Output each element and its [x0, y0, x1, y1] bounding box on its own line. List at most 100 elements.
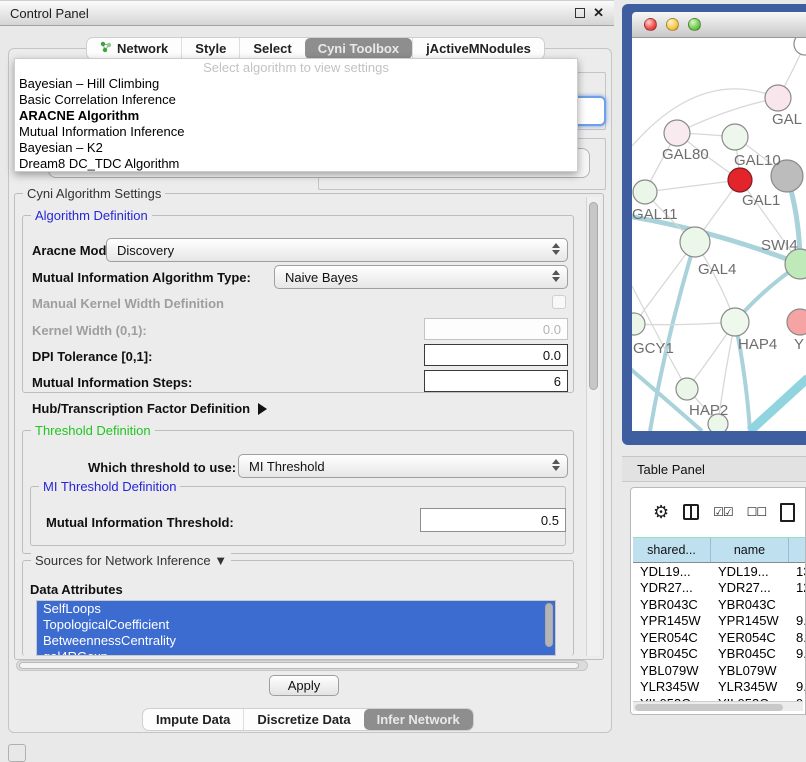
- table-cell[interactable]: [789, 662, 806, 679]
- mi-threshold-field[interactable]: 0.5: [420, 508, 566, 532]
- table-row[interactable]: YDR27...YDR27...12: [633, 580, 806, 597]
- mi-steps-field[interactable]: 6: [424, 370, 568, 392]
- table-cell[interactable]: YPR145W: [633, 613, 711, 630]
- table-cell[interactable]: YBL079W: [711, 662, 789, 679]
- table-cell[interactable]: YDR27...: [633, 580, 711, 597]
- table-row[interactable]: YBR043CYBR043C: [633, 596, 806, 613]
- table-cell[interactable]: 12: [789, 580, 806, 597]
- tab-cyni-toolbox[interactable]: Cyni Toolbox: [305, 38, 412, 59]
- table-row[interactable]: YLR345WYLR345W9.: [633, 679, 806, 696]
- table-cell[interactable]: 9.: [789, 646, 806, 663]
- tab-impute-data[interactable]: Impute Data: [143, 709, 243, 730]
- network-node[interactable]: [765, 85, 791, 111]
- table-cell[interactable]: YBR045C: [633, 646, 711, 663]
- table-column-header[interactable]: shared...: [633, 538, 711, 562]
- data-attribute-item[interactable]: SelfLoops: [37, 601, 555, 617]
- table-hscrollbar-thumb[interactable]: [635, 704, 783, 711]
- network-canvas[interactable]: GALGAL80GAL10GAL1GAL11GAL4SWI4GCY1HAP4YH…: [632, 38, 806, 431]
- data-attribute-item[interactable]: TopologicalCoefficient: [37, 617, 555, 633]
- algorithm-option[interactable]: Bayesian – K2: [15, 140, 577, 156]
- algorithm-option[interactable]: ARACNE Algorithm: [15, 108, 577, 124]
- network-node[interactable]: [680, 227, 710, 257]
- table-cell[interactable]: YDR27...: [711, 580, 789, 597]
- algorithm-option[interactable]: Bayesian – Hill Climbing: [15, 76, 577, 92]
- table-cell[interactable]: 8.: [789, 629, 806, 646]
- collapsed-panel-button[interactable]: [8, 744, 26, 762]
- data-attribute-item[interactable]: BetweennessCentrality: [37, 633, 555, 649]
- columns-icon[interactable]: [683, 504, 699, 520]
- algorithm-option[interactable]: Mutual Information Inference: [15, 124, 577, 140]
- table-cell[interactable]: YBR043C: [711, 596, 789, 613]
- algorithm-option[interactable]: Dream8 DC_TDC Algorithm: [15, 156, 577, 172]
- zoom-traffic-light-icon[interactable]: [688, 18, 701, 31]
- tab-style[interactable]: Style: [181, 38, 239, 59]
- table-cell[interactable]: 13: [789, 563, 806, 580]
- gear-icon[interactable]: ⚙: [653, 503, 669, 521]
- table-row[interactable]: YDL19...YDL19...13: [633, 563, 806, 580]
- network-node[interactable]: [787, 309, 806, 335]
- table-row[interactable]: YBR045CYBR045C9.: [633, 646, 806, 663]
- table-column-header[interactable]: name: [711, 538, 789, 562]
- algorithm-option[interactable]: Basic Correlation Inference: [15, 92, 577, 108]
- deselect-all-icon[interactable]: ☐☐: [747, 505, 767, 519]
- tab-discretize-data[interactable]: Discretize Data: [243, 709, 363, 730]
- table-cell[interactable]: YER054C: [633, 629, 711, 646]
- table-cell[interactable]: 9.: [789, 679, 806, 696]
- network-node[interactable]: [632, 313, 645, 335]
- close-traffic-light-icon[interactable]: [644, 18, 657, 31]
- table-cell[interactable]: YDL19...: [633, 563, 711, 580]
- network-window-titlebar[interactable]: [632, 12, 806, 38]
- table-row[interactable]: YPR145WYPR145W9.: [633, 613, 806, 630]
- float-window-icon[interactable]: [575, 8, 585, 18]
- which-threshold-combo[interactable]: MI Threshold: [238, 454, 568, 478]
- tab-network[interactable]: Network: [87, 38, 181, 59]
- network-node[interactable]: [676, 378, 698, 400]
- kernel-width-field[interactable]: 0.0: [424, 318, 568, 340]
- network-icon: [100, 41, 112, 56]
- table-hscrollbar[interactable]: [633, 701, 803, 711]
- settings-scrollbar-thumb[interactable]: [589, 202, 598, 390]
- tab-label: Discretize Data: [257, 712, 350, 727]
- table-row[interactable]: YER054CYER054C8.: [633, 629, 806, 646]
- select-all-icon[interactable]: ☑☑: [713, 505, 733, 519]
- tab-infer-network[interactable]: Infer Network: [364, 709, 473, 730]
- network-node[interactable]: [664, 120, 690, 146]
- table-cell[interactable]: [789, 596, 806, 613]
- table-cell[interactable]: YPR145W: [711, 613, 789, 630]
- mi-type-combo[interactable]: Naive Bayes: [274, 265, 568, 289]
- network-node[interactable]: [722, 124, 748, 150]
- network-node[interactable]: [728, 168, 752, 192]
- tab-jactivemnodules[interactable]: jActiveMNodules: [412, 38, 544, 59]
- manual-kernel-checkbox[interactable]: [552, 295, 566, 309]
- tab-select[interactable]: Select: [239, 38, 304, 59]
- document-icon[interactable]: [780, 503, 795, 522]
- network-node[interactable]: [633, 180, 657, 204]
- table-column-header[interactable]: [789, 538, 806, 562]
- table-cell[interactable]: YLR345W: [711, 679, 789, 696]
- network-graph: GALGAL80GAL10GAL1GAL11GAL4SWI4GCY1HAP4YH…: [632, 38, 806, 431]
- aracne-mode-combo[interactable]: Discovery: [106, 238, 568, 262]
- dpi-tolerance-field[interactable]: 0.0: [424, 344, 568, 366]
- minimize-traffic-light-icon[interactable]: [666, 18, 679, 31]
- settings-hscrollbar[interactable]: [16, 660, 588, 671]
- network-node[interactable]: [721, 308, 749, 336]
- table-cell[interactable]: YER054C: [711, 629, 789, 646]
- table-cell[interactable]: YBR043C: [633, 596, 711, 613]
- settings-hscrollbar-thumb[interactable]: [19, 662, 579, 669]
- which-threshold-label: Which threshold to use:: [88, 460, 236, 475]
- table-cell[interactable]: YDL19...: [711, 563, 789, 580]
- close-icon[interactable]: ✕: [593, 8, 604, 18]
- sources-group-title[interactable]: Sources for Network Inference ▼: [31, 553, 231, 568]
- network-node[interactable]: [794, 38, 806, 55]
- table-row[interactable]: YBL079WYBL079W: [633, 662, 806, 679]
- settings-scrollbar[interactable]: [586, 197, 600, 656]
- table-cell[interactable]: YBL079W: [633, 662, 711, 679]
- attr-list-scrollbar-thumb[interactable]: [545, 603, 553, 647]
- data-attribute-item[interactable]: gal4RGexp: [37, 649, 555, 656]
- apply-button[interactable]: Apply: [269, 675, 339, 696]
- table-cell[interactable]: YLR345W: [633, 679, 711, 696]
- table-panel-title: Table Panel: [637, 462, 705, 477]
- hub-definition-toggle[interactable]: Hub/Transcription Factor Definition: [32, 401, 267, 416]
- table-cell[interactable]: YBR045C: [711, 646, 789, 663]
- table-cell[interactable]: 9.: [789, 613, 806, 630]
